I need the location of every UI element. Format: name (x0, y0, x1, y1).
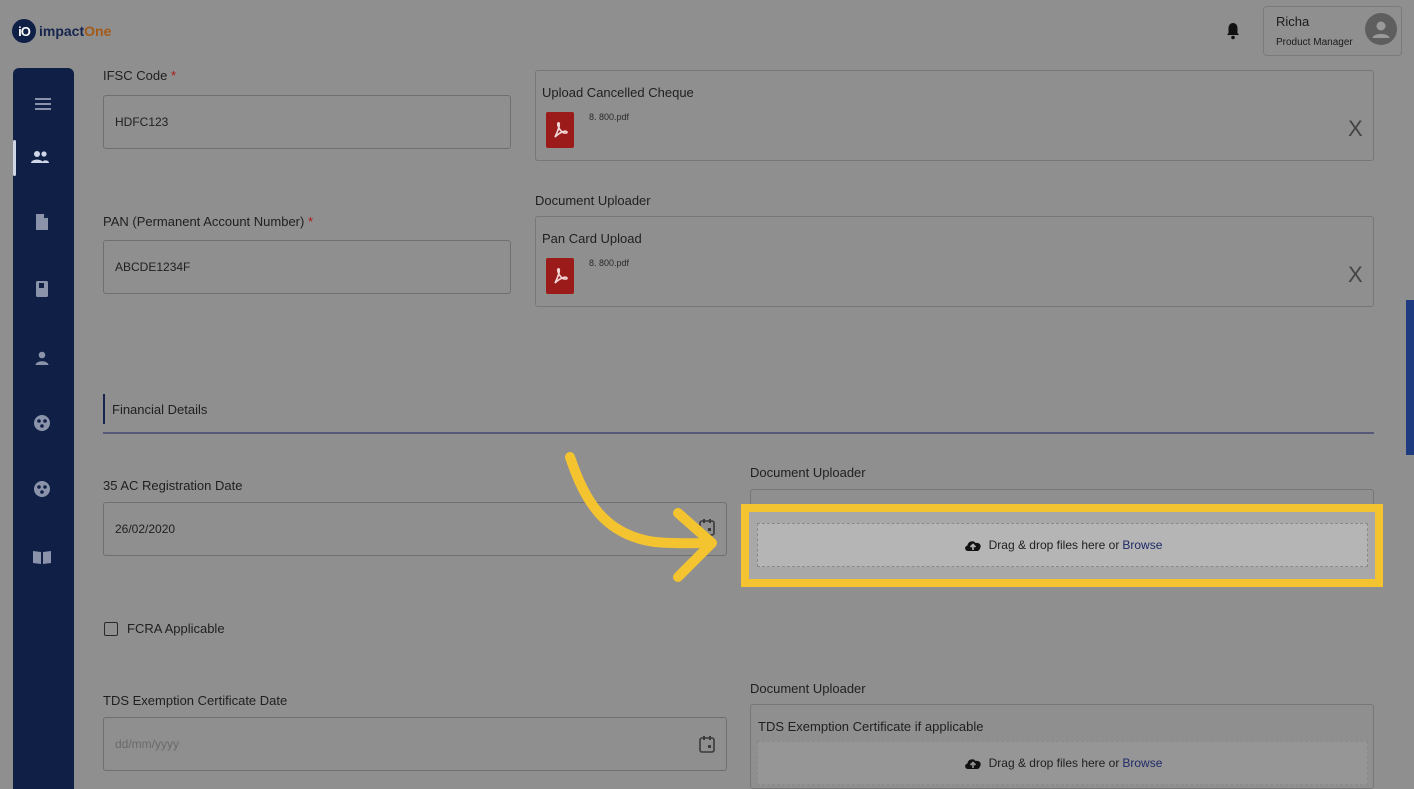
section-divider (103, 432, 1374, 434)
user-menu[interactable]: Richa Product Manager (1263, 6, 1402, 56)
scrollbar-thumb[interactable] (1406, 300, 1414, 455)
tds-uploader-title: TDS Exemption Certificate if applicable (758, 719, 984, 734)
menu-icon[interactable] (32, 93, 54, 115)
reg-35ac-uploader-label: Document Uploader (750, 465, 866, 480)
cloud-upload-icon (964, 541, 981, 551)
financial-details-title: Financial Details (112, 402, 208, 417)
pdf-icon (546, 112, 574, 148)
ifsc-input[interactable]: HDFC123 (103, 95, 511, 149)
fcra-label: FCRA Applicable (127, 621, 225, 636)
pan-card-uploader: Pan Card Upload 8. 800.pdf X (535, 216, 1374, 307)
sidebar-active-indicator (13, 140, 16, 176)
tds-uploader-label: Document Uploader (750, 681, 866, 696)
reg-35ac-label: 35 AC Registration Date (103, 478, 243, 493)
book-icon[interactable] (31, 278, 53, 300)
pan-input[interactable]: ABCDE1234F (103, 240, 511, 294)
pdf-icon (546, 258, 574, 294)
fcra-checkbox[interactable] (104, 622, 118, 636)
cancelled-cheque-title: Upload Cancelled Cheque (542, 85, 694, 100)
browse-link[interactable]: Browse (1122, 756, 1162, 770)
tds-date-input[interactable]: dd/mm/yyyy (103, 717, 727, 771)
sidebar (13, 68, 74, 789)
ifsc-label: IFSC Code * (103, 68, 176, 83)
pan-card-title: Pan Card Upload (542, 231, 642, 246)
section-accent-bar (103, 394, 105, 424)
logo-mark[interactable]: iO (12, 19, 36, 43)
pan-uploader-label: Document Uploader (535, 193, 651, 208)
tds-uploader: TDS Exemption Certificate if applicable … (750, 704, 1374, 789)
pan-card-file-name: 8. 800.pdf (589, 258, 630, 268)
tds-dropzone[interactable]: Drag & drop files here or Browse (757, 741, 1368, 785)
browse-link[interactable]: Browse (1122, 538, 1162, 552)
remove-file-button[interactable]: X (1348, 264, 1363, 286)
cancelled-cheque-file-name: 8. 800.pdf (589, 112, 630, 122)
required-mark: * (307, 214, 314, 229)
group-alt-icon[interactable] (31, 478, 53, 500)
dropzone-text: Drag & drop files here or (988, 538, 1120, 552)
user-name: Richa (1276, 14, 1310, 29)
bell-icon[interactable] (1226, 22, 1240, 40)
people-icon[interactable] (29, 146, 51, 168)
app-logo[interactable]: impactOne (39, 23, 111, 39)
tutorial-arrow (565, 452, 717, 582)
top-bar (0, 0, 1414, 64)
avatar-icon[interactable] (1365, 13, 1397, 45)
dropzone-text: Drag & drop files here or (988, 756, 1120, 770)
remove-file-button[interactable]: X (1348, 118, 1363, 140)
logo-text-main: impact (39, 23, 85, 39)
logo-text-accent: One (84, 23, 112, 39)
open-book-icon[interactable] (31, 546, 53, 568)
tds-date-placeholder: dd/mm/yyyy (115, 737, 180, 751)
user-role: Product Manager (1276, 37, 1353, 48)
reg-35ac-date-value: 26/02/2020 (115, 522, 176, 536)
reg-35ac-dropzone[interactable]: Drag & drop files here or Browse (757, 523, 1368, 567)
calendar-icon[interactable] (699, 735, 715, 758)
tds-date-label: TDS Exemption Certificate Date (103, 693, 288, 708)
group-icon[interactable] (31, 412, 53, 434)
document-icon[interactable] (31, 211, 53, 233)
cancelled-cheque-uploader: Upload Cancelled Cheque 8. 800.pdf X (535, 70, 1374, 161)
cloud-upload-icon (964, 759, 981, 769)
person-icon[interactable] (31, 347, 53, 369)
required-mark: * (170, 68, 176, 83)
pan-label: PAN (Permanent Account Number) * (103, 214, 314, 229)
